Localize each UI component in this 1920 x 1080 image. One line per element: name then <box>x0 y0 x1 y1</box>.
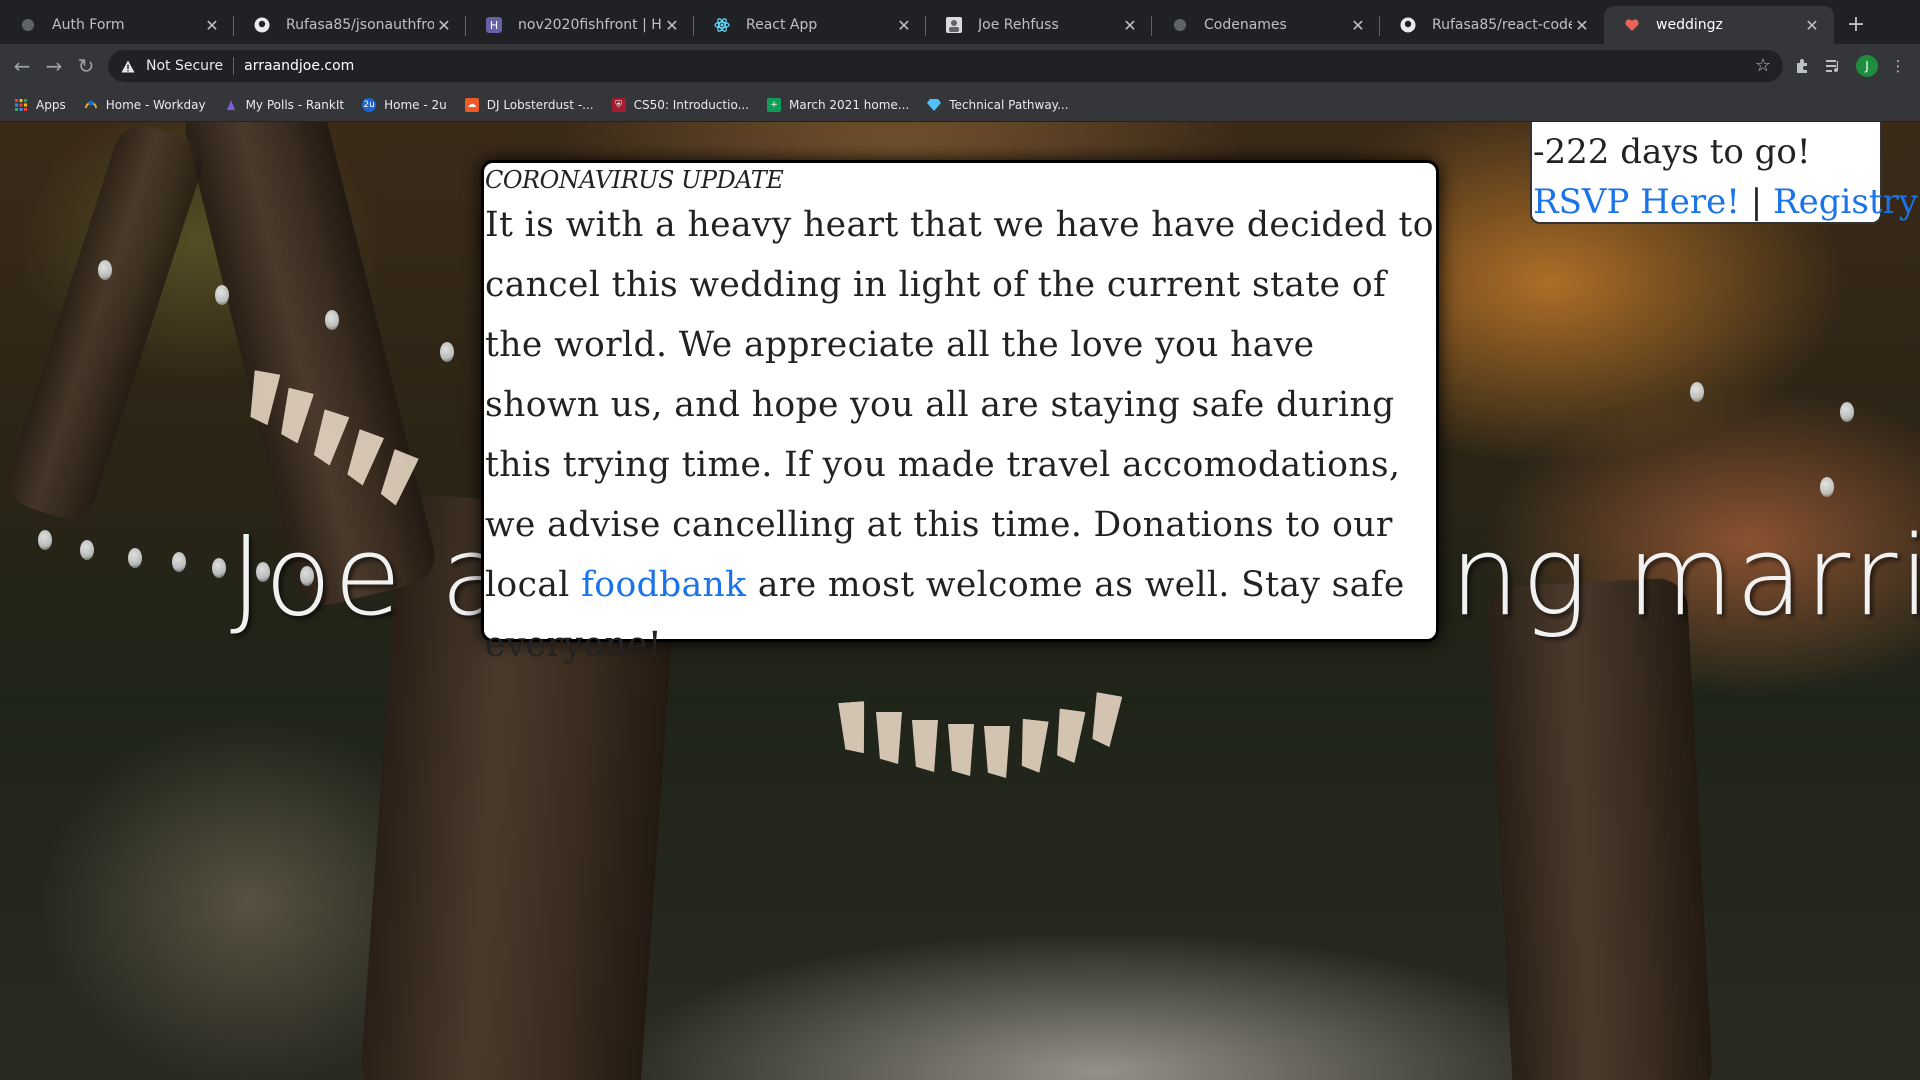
close-icon[interactable]: ✕ <box>434 15 454 35</box>
tab-heroku[interactable]: H nov2020fishfront | Heroku ✕ <box>466 6 694 44</box>
close-icon[interactable]: ✕ <box>1802 15 1822 35</box>
diamond-icon <box>927 98 942 112</box>
heroku-icon: H <box>486 17 502 33</box>
registry-link[interactable]: Registry <box>1773 182 1918 222</box>
notice-title: CORONAVIRUS UPDATE <box>485 166 784 194</box>
bookmark-label: Technical Pathway... <box>949 97 1069 112</box>
globe-icon <box>1172 17 1188 33</box>
address-bar[interactable]: Not Secure arraandjoe.com ☆ <box>108 50 1783 82</box>
tab-title: Rufasa85/react-codenames <box>1432 17 1572 33</box>
warning-icon[interactable] <box>120 58 136 74</box>
countdown-links: RSVP Here! | Registry <box>1533 182 1918 222</box>
tab-react-app[interactable]: React App ✕ <box>694 6 926 44</box>
foodbank-link[interactable]: foodbank <box>581 565 746 605</box>
react-icon <box>714 17 730 33</box>
apps-grid-icon <box>14 98 28 112</box>
media-control-icon[interactable] <box>1822 54 1846 78</box>
bookmark-label: CS50: Introductio... <box>633 97 750 112</box>
globe-icon <box>20 17 36 33</box>
security-label[interactable]: Not Secure <box>146 58 223 74</box>
tab-title: React App <box>746 17 818 33</box>
wedding-page: Joe and Arra are getting married! CORONA… <box>0 122 1920 1080</box>
back-icon[interactable]: ← <box>8 52 36 80</box>
bookmark-technical-pathway[interactable]: Technical Pathway... <box>927 97 1069 112</box>
tab-title: nov2020fishfront | Heroku <box>518 17 662 33</box>
tab-react-codenames[interactable]: Rufasa85/react-codenames ✕ <box>1380 6 1604 44</box>
bookmark-label: Apps <box>36 97 66 112</box>
svg-text:H: H <box>490 19 498 32</box>
days-remaining: -222 days to go! <box>1533 132 1811 172</box>
notice-text: It is with a heavy heart that we have ha… <box>485 205 1434 605</box>
menu-dots-icon[interactable]: ⋮ <box>1886 54 1910 78</box>
close-icon[interactable]: ✕ <box>202 15 222 35</box>
tab-title: Auth Form <box>52 17 125 33</box>
soundcloud-icon: ☁ <box>464 97 479 112</box>
close-icon[interactable]: ✕ <box>894 15 914 35</box>
tab-strip: Auth Form ✕ Rufasa85/jsonauthfront ✕ H n… <box>0 0 1920 44</box>
sheets-icon: + <box>767 97 782 112</box>
tab-title: weddingz <box>1656 17 1723 33</box>
countdown-box: -222 days to go! RSVP Here! | Registry <box>1530 122 1918 224</box>
profile-avatar[interactable]: J <box>1856 55 1878 77</box>
tab-title: Joe Rehfuss <box>978 17 1059 33</box>
bookmark-rankit[interactable]: My Polls - RankIt <box>224 97 345 112</box>
forward-icon[interactable]: → <box>40 52 68 80</box>
bookmark-2u[interactable]: 2u Home - 2u <box>362 97 447 112</box>
heart-icon <box>1624 17 1640 33</box>
close-icon[interactable]: ✕ <box>1572 15 1592 35</box>
bookmark-workday[interactable]: Home - Workday <box>84 98 206 112</box>
profile-icon <box>946 17 962 33</box>
browser-toolbar: ← → ↻ Not Secure arraandjoe.com ☆ J ⋮ <box>0 44 1920 88</box>
tab-weddingz[interactable]: weddingz ✕ <box>1604 6 1834 44</box>
tab-title: Codenames <box>1204 17 1287 33</box>
bookmarks-bar: Apps Home - Workday My Polls - RankIt 2u… <box>0 88 1920 122</box>
github-icon <box>254 17 270 33</box>
tab-codenames[interactable]: Codenames ✕ <box>1152 6 1380 44</box>
bookmark-label: Home - Workday <box>105 97 206 112</box>
bookmark-cs50[interactable]: ⛨ CS50: Introductio... <box>611 97 750 112</box>
bookmark-star-icon[interactable]: ☆ <box>1755 55 1771 76</box>
coronavirus-notice: CORONAVIRUS UPDATE It is with a heavy he… <box>481 160 1439 665</box>
tab-auth-form[interactable]: Auth Form ✕ <box>0 6 234 44</box>
bookmark-march-2021[interactable]: + March 2021 home... <box>767 97 910 112</box>
new-tab-button[interactable]: + <box>1842 10 1870 38</box>
bookmark-dj-lobsterdust[interactable]: ☁ DJ Lobsterdust -... <box>464 97 594 112</box>
rsvp-link[interactable]: RSVP Here! <box>1533 182 1740 222</box>
tab-title: Rufasa85/jsonauthfront <box>286 17 434 33</box>
reload-icon[interactable]: ↻ <box>72 52 100 80</box>
link-separator: | <box>1750 182 1763 222</box>
github-icon <box>1400 17 1416 33</box>
bookmark-label: Home - 2u <box>384 97 447 112</box>
bookmark-apps[interactable]: Apps <box>14 98 66 112</box>
rankit-icon <box>224 98 238 112</box>
2u-icon: 2u <box>362 97 377 112</box>
bookmark-label: My Polls - RankIt <box>245 97 345 112</box>
close-icon[interactable]: ✕ <box>662 15 682 35</box>
close-icon[interactable]: ✕ <box>1348 15 1368 35</box>
extensions-icon[interactable] <box>1790 54 1814 78</box>
notice-body: It is with a heavy heart that we have ha… <box>485 195 1436 675</box>
tab-jsonauthfront[interactable]: Rufasa85/jsonauthfront ✕ <box>234 6 466 44</box>
harvard-shield-icon: ⛨ <box>611 97 626 112</box>
bookmark-label: DJ Lobsterdust -... <box>486 97 594 112</box>
workday-icon <box>84 98 98 112</box>
bookmark-label: March 2021 home... <box>789 97 910 112</box>
tab-joe-rehfuss[interactable]: Joe Rehfuss ✕ <box>926 6 1152 44</box>
url-text[interactable]: arraandjoe.com <box>244 58 354 74</box>
close-icon[interactable]: ✕ <box>1120 15 1140 35</box>
